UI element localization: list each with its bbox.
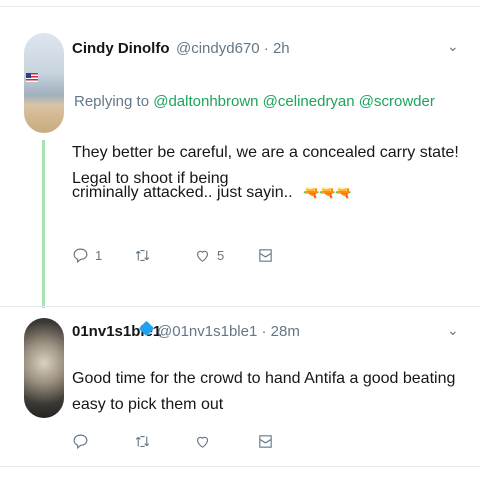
avatar-cindy[interactable]: [24, 33, 64, 133]
tweet-divider: [0, 306, 480, 307]
like-count: 5: [217, 248, 225, 263]
bottom-divider: [0, 466, 480, 467]
tweet-text: Good time for the crowd to hand Antifa a…: [72, 370, 456, 413]
avatar-01nv1s1ble1[interactable]: [24, 318, 64, 418]
direct-message-button[interactable]: [257, 433, 274, 450]
tweet-text-fragment: criminally attacked.. just sayin..: [72, 184, 293, 201]
replying-to-mentions[interactable]: @daltonhbrown @celinedryan @scrowder: [153, 93, 435, 110]
flag-image: [26, 73, 38, 82]
reply-count: 1: [95, 248, 103, 263]
top-divider: [0, 6, 480, 7]
handle-timestamp[interactable]: @cindyd670 · 2h: [176, 40, 290, 57]
author-name[interactable]: Cindy Dinolfo: [72, 40, 170, 57]
heart-icon: [196, 436, 209, 448]
retweet-icon: [135, 249, 150, 262]
reply-icon: [73, 248, 88, 264]
reply-icon: [73, 434, 88, 450]
message-icon: [259, 435, 272, 448]
reply-button[interactable]: 1: [72, 247, 102, 264]
retweet-button[interactable]: [134, 433, 151, 450]
retweet-button[interactable]: [134, 247, 151, 264]
like-button[interactable]: [194, 433, 211, 450]
message-icon: [259, 249, 272, 262]
replying-prefix: Replying to: [74, 93, 154, 110]
heart-icon: [196, 250, 209, 262]
chevron-down-icon[interactable]: ⌄: [447, 322, 459, 339]
retweet-icon: [135, 435, 150, 448]
replying-to: Replying to @daltonhbrown @celinedryan @…: [74, 93, 435, 110]
gun-emoji-icon: 🔫🔫🔫: [302, 185, 352, 200]
chevron-down-icon[interactable]: ⌄: [447, 38, 459, 55]
direct-message-button[interactable]: [257, 247, 274, 264]
thread-connector-line: [42, 140, 45, 308]
like-button[interactable]: 5: [194, 247, 224, 264]
tweet-text-line: criminally attacked.. just sayin.. 🔫🔫🔫: [72, 180, 352, 206]
reply-button[interactable]: [72, 433, 89, 450]
handle-timestamp[interactable]: @01nv1s1ble1 · 28m: [157, 323, 300, 340]
